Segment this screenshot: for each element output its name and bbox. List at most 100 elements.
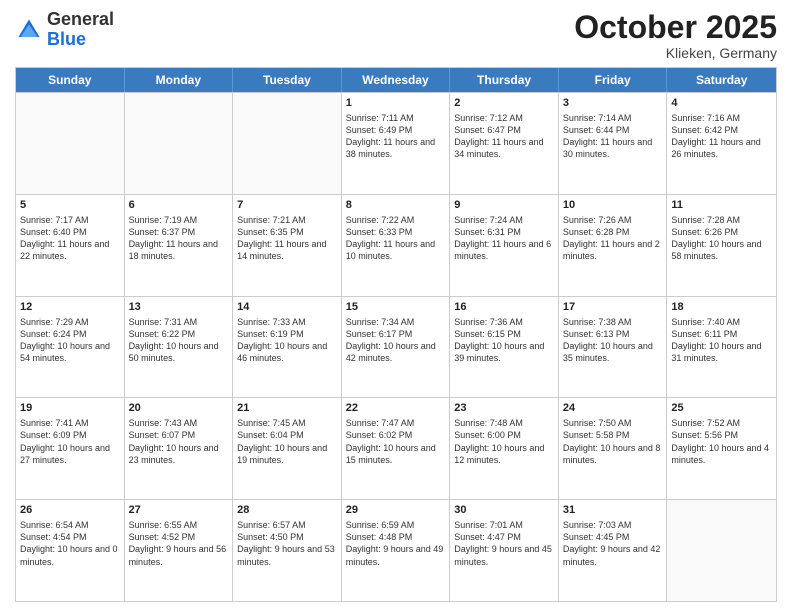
- day-number: 28: [237, 503, 337, 518]
- calendar-cell: [125, 93, 234, 194]
- cell-info: Sunrise: 7:29 AM Sunset: 6:24 PM Dayligh…: [20, 316, 120, 365]
- cell-info: Sunrise: 6:57 AM Sunset: 4:50 PM Dayligh…: [237, 519, 337, 568]
- calendar-cell: [16, 93, 125, 194]
- day-number: 4: [671, 96, 772, 111]
- day-number: 30: [454, 503, 554, 518]
- calendar: Sunday Monday Tuesday Wednesday Thursday…: [15, 67, 777, 602]
- cell-info: Sunrise: 7:16 AM Sunset: 6:42 PM Dayligh…: [671, 112, 772, 161]
- day-number: 11: [671, 198, 772, 213]
- week-row-1: 5Sunrise: 7:17 AM Sunset: 6:40 PM Daylig…: [16, 194, 776, 296]
- logo-icon: [15, 16, 43, 44]
- day-number: 10: [563, 198, 663, 213]
- week-row-2: 12Sunrise: 7:29 AM Sunset: 6:24 PM Dayli…: [16, 296, 776, 398]
- logo: General Blue: [15, 10, 114, 50]
- cell-info: Sunrise: 7:28 AM Sunset: 6:26 PM Dayligh…: [671, 214, 772, 263]
- day-number: 16: [454, 300, 554, 315]
- day-number: 5: [20, 198, 120, 213]
- cell-info: Sunrise: 7:26 AM Sunset: 6:28 PM Dayligh…: [563, 214, 663, 263]
- day-number: 1: [346, 96, 446, 111]
- logo-general: General: [47, 9, 114, 29]
- cell-info: Sunrise: 7:19 AM Sunset: 6:37 PM Dayligh…: [129, 214, 229, 263]
- day-number: 17: [563, 300, 663, 315]
- cell-info: Sunrise: 7:12 AM Sunset: 6:47 PM Dayligh…: [454, 112, 554, 161]
- day-number: 3: [563, 96, 663, 111]
- calendar-cell: 4Sunrise: 7:16 AM Sunset: 6:42 PM Daylig…: [667, 93, 776, 194]
- calendar-cell: 28Sunrise: 6:57 AM Sunset: 4:50 PM Dayli…: [233, 500, 342, 601]
- calendar-cell: 10Sunrise: 7:26 AM Sunset: 6:28 PM Dayli…: [559, 195, 668, 296]
- calendar-cell: 26Sunrise: 6:54 AM Sunset: 4:54 PM Dayli…: [16, 500, 125, 601]
- week-row-3: 19Sunrise: 7:41 AM Sunset: 6:09 PM Dayli…: [16, 397, 776, 499]
- cell-info: Sunrise: 7:24 AM Sunset: 6:31 PM Dayligh…: [454, 214, 554, 263]
- cell-info: Sunrise: 7:52 AM Sunset: 5:56 PM Dayligh…: [671, 417, 772, 466]
- cell-info: Sunrise: 7:34 AM Sunset: 6:17 PM Dayligh…: [346, 316, 446, 365]
- calendar-cell: 9Sunrise: 7:24 AM Sunset: 6:31 PM Daylig…: [450, 195, 559, 296]
- day-number: 23: [454, 401, 554, 416]
- header-monday: Monday: [125, 68, 234, 92]
- cell-info: Sunrise: 6:55 AM Sunset: 4:52 PM Dayligh…: [129, 519, 229, 568]
- calendar-cell: 12Sunrise: 7:29 AM Sunset: 6:24 PM Dayli…: [16, 297, 125, 398]
- month-title: October 2025: [574, 10, 777, 45]
- calendar-cell: 20Sunrise: 7:43 AM Sunset: 6:07 PM Dayli…: [125, 398, 234, 499]
- cell-info: Sunrise: 7:22 AM Sunset: 6:33 PM Dayligh…: [346, 214, 446, 263]
- cell-info: Sunrise: 7:47 AM Sunset: 6:02 PM Dayligh…: [346, 417, 446, 466]
- calendar-cell: 27Sunrise: 6:55 AM Sunset: 4:52 PM Dayli…: [125, 500, 234, 601]
- header-saturday: Saturday: [667, 68, 776, 92]
- calendar-cell: 13Sunrise: 7:31 AM Sunset: 6:22 PM Dayli…: [125, 297, 234, 398]
- calendar-cell: 17Sunrise: 7:38 AM Sunset: 6:13 PM Dayli…: [559, 297, 668, 398]
- cell-info: Sunrise: 7:17 AM Sunset: 6:40 PM Dayligh…: [20, 214, 120, 263]
- day-number: 25: [671, 401, 772, 416]
- cell-info: Sunrise: 7:50 AM Sunset: 5:58 PM Dayligh…: [563, 417, 663, 466]
- cell-info: Sunrise: 6:54 AM Sunset: 4:54 PM Dayligh…: [20, 519, 120, 568]
- cell-info: Sunrise: 7:14 AM Sunset: 6:44 PM Dayligh…: [563, 112, 663, 161]
- header: General Blue October 2025 Klieken, Germa…: [15, 10, 777, 61]
- week-row-0: 1Sunrise: 7:11 AM Sunset: 6:49 PM Daylig…: [16, 92, 776, 194]
- calendar-cell: 19Sunrise: 7:41 AM Sunset: 6:09 PM Dayli…: [16, 398, 125, 499]
- day-number: 24: [563, 401, 663, 416]
- calendar-cell: 24Sunrise: 7:50 AM Sunset: 5:58 PM Dayli…: [559, 398, 668, 499]
- cell-info: Sunrise: 7:36 AM Sunset: 6:15 PM Dayligh…: [454, 316, 554, 365]
- cell-info: Sunrise: 7:33 AM Sunset: 6:19 PM Dayligh…: [237, 316, 337, 365]
- logo-blue: Blue: [47, 29, 86, 49]
- day-number: 15: [346, 300, 446, 315]
- calendar-header: Sunday Monday Tuesday Wednesday Thursday…: [16, 68, 776, 92]
- calendar-cell: 25Sunrise: 7:52 AM Sunset: 5:56 PM Dayli…: [667, 398, 776, 499]
- day-number: 8: [346, 198, 446, 213]
- day-number: 26: [20, 503, 120, 518]
- calendar-cell: 18Sunrise: 7:40 AM Sunset: 6:11 PM Dayli…: [667, 297, 776, 398]
- day-number: 20: [129, 401, 229, 416]
- calendar-cell: 15Sunrise: 7:34 AM Sunset: 6:17 PM Dayli…: [342, 297, 451, 398]
- header-tuesday: Tuesday: [233, 68, 342, 92]
- calendar-cell: 2Sunrise: 7:12 AM Sunset: 6:47 PM Daylig…: [450, 93, 559, 194]
- calendar-cell: 5Sunrise: 7:17 AM Sunset: 6:40 PM Daylig…: [16, 195, 125, 296]
- cell-info: Sunrise: 7:31 AM Sunset: 6:22 PM Dayligh…: [129, 316, 229, 365]
- day-number: 21: [237, 401, 337, 416]
- day-number: 14: [237, 300, 337, 315]
- calendar-cell: 31Sunrise: 7:03 AM Sunset: 4:45 PM Dayli…: [559, 500, 668, 601]
- day-number: 29: [346, 503, 446, 518]
- logo-text: General Blue: [47, 10, 114, 50]
- cell-info: Sunrise: 7:21 AM Sunset: 6:35 PM Dayligh…: [237, 214, 337, 263]
- day-number: 2: [454, 96, 554, 111]
- cell-info: Sunrise: 7:48 AM Sunset: 6:00 PM Dayligh…: [454, 417, 554, 466]
- calendar-body: 1Sunrise: 7:11 AM Sunset: 6:49 PM Daylig…: [16, 92, 776, 601]
- calendar-cell: 14Sunrise: 7:33 AM Sunset: 6:19 PM Dayli…: [233, 297, 342, 398]
- calendar-cell: 30Sunrise: 7:01 AM Sunset: 4:47 PM Dayli…: [450, 500, 559, 601]
- calendar-cell: 16Sunrise: 7:36 AM Sunset: 6:15 PM Dayli…: [450, 297, 559, 398]
- cell-info: Sunrise: 7:03 AM Sunset: 4:45 PM Dayligh…: [563, 519, 663, 568]
- calendar-cell: 23Sunrise: 7:48 AM Sunset: 6:00 PM Dayli…: [450, 398, 559, 499]
- cell-info: Sunrise: 7:43 AM Sunset: 6:07 PM Dayligh…: [129, 417, 229, 466]
- location-subtitle: Klieken, Germany: [574, 45, 777, 61]
- day-number: 19: [20, 401, 120, 416]
- day-number: 31: [563, 503, 663, 518]
- calendar-cell: 21Sunrise: 7:45 AM Sunset: 6:04 PM Dayli…: [233, 398, 342, 499]
- cell-info: Sunrise: 7:01 AM Sunset: 4:47 PM Dayligh…: [454, 519, 554, 568]
- cell-info: Sunrise: 7:41 AM Sunset: 6:09 PM Dayligh…: [20, 417, 120, 466]
- cell-info: Sunrise: 7:45 AM Sunset: 6:04 PM Dayligh…: [237, 417, 337, 466]
- header-friday: Friday: [559, 68, 668, 92]
- calendar-cell: 6Sunrise: 7:19 AM Sunset: 6:37 PM Daylig…: [125, 195, 234, 296]
- cell-info: Sunrise: 6:59 AM Sunset: 4:48 PM Dayligh…: [346, 519, 446, 568]
- page: General Blue October 2025 Klieken, Germa…: [0, 0, 792, 612]
- calendar-cell: [233, 93, 342, 194]
- calendar-cell: 7Sunrise: 7:21 AM Sunset: 6:35 PM Daylig…: [233, 195, 342, 296]
- calendar-cell: 1Sunrise: 7:11 AM Sunset: 6:49 PM Daylig…: [342, 93, 451, 194]
